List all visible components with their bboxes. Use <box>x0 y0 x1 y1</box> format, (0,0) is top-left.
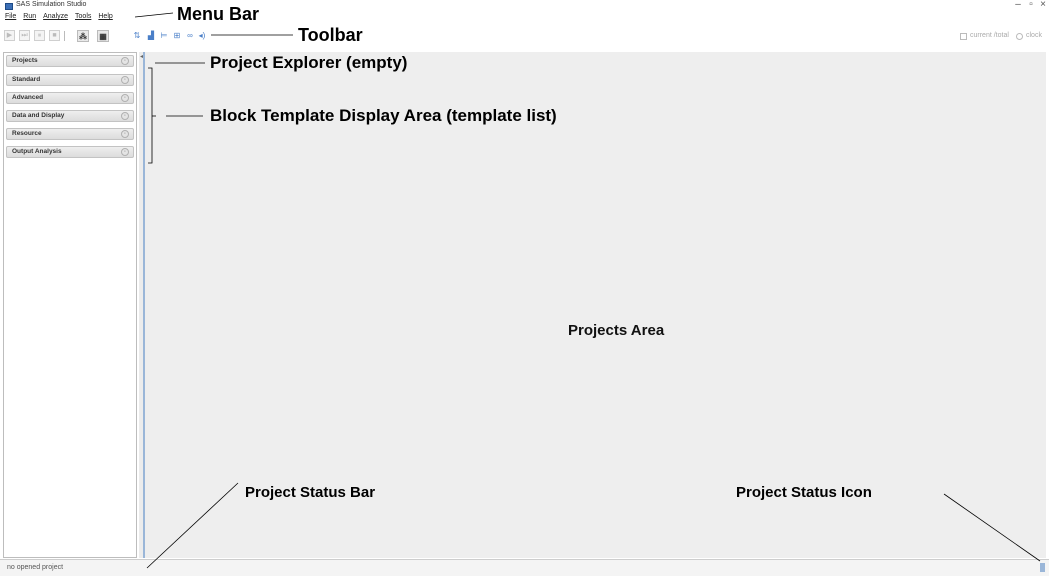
status-bar-leader-line <box>146 482 239 569</box>
callout-block-template: Block Template Display Area (template li… <box>210 106 557 125</box>
callout-projects-area: Projects Area <box>568 322 665 339</box>
template-bracket <box>148 67 153 164</box>
callout-project-status-icon: Project Status Icon <box>736 484 872 501</box>
status-icon-leader-line <box>943 493 1041 562</box>
callout-project-explorer: Project Explorer (empty) <box>210 53 408 72</box>
annotation-lines <box>134 12 1041 569</box>
callout-menu-bar: Menu Bar <box>177 4 260 24</box>
menu-bar-leader-line <box>134 12 174 18</box>
callout-project-status-bar: Project Status Bar <box>245 484 376 501</box>
callout-toolbar: Toolbar <box>298 25 363 45</box>
